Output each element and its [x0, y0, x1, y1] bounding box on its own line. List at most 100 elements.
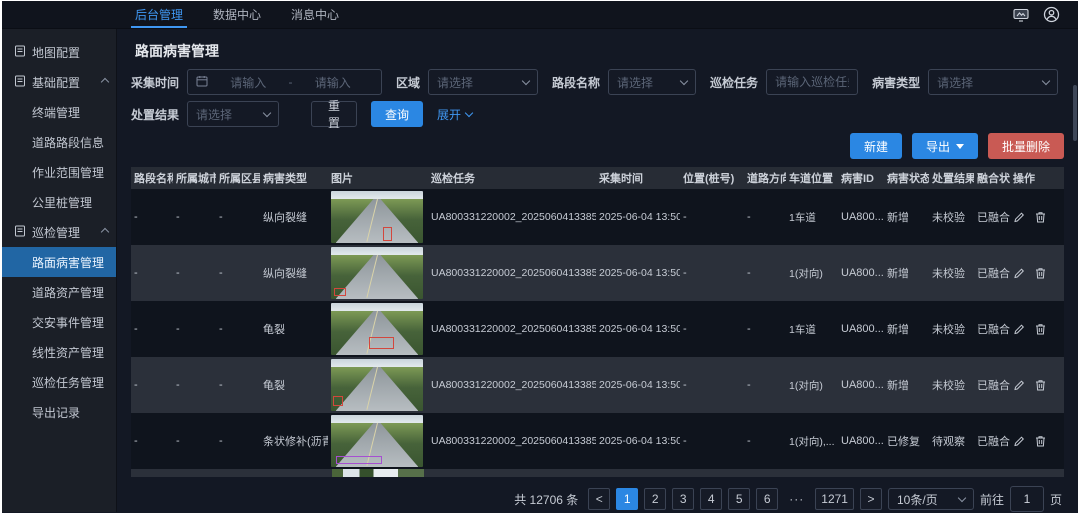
edit-icon[interactable]	[1013, 323, 1025, 335]
user-avatar-icon[interactable]	[1043, 6, 1060, 23]
table-header: 路段名称 所属城市 所属区县 病害类型 图片 巡检任务 采集时间 位置(桩号) …	[131, 167, 1064, 189]
page-button-5[interactable]: 5	[728, 488, 750, 510]
batch-delete-button[interactable]: 批量删除	[988, 133, 1064, 159]
topbar: 后台管理 数据中心 消息中心	[2, 1, 1078, 29]
chevron-down-icon	[680, 76, 688, 84]
page-button-6[interactable]: 6	[756, 488, 778, 510]
goto-suffix: 页	[1050, 491, 1062, 508]
edit-icon[interactable]	[1013, 267, 1025, 279]
header-cell: 病害状态	[884, 170, 929, 186]
sidebar-item-work-scope-mgmt[interactable]: 作业范围管理	[2, 157, 116, 187]
search-button[interactable]: 查询	[371, 101, 423, 127]
header-cell: 病害类型	[260, 170, 328, 186]
table-row: - - - 龟裂 UA800331220002_2025060413385205…	[131, 301, 1064, 357]
doc-icon	[14, 225, 26, 240]
chevron-down-icon	[1042, 76, 1050, 84]
edit-icon[interactable]	[1013, 211, 1025, 223]
delete-icon[interactable]	[1035, 267, 1046, 279]
page-size-select[interactable]: 10条/页	[888, 488, 974, 510]
topbar-tabs: 后台管理 数据中心 消息中心	[135, 1, 339, 28]
filter-row-1: 采集时间 请输入 - 请输入 区域 请选择	[131, 69, 1064, 95]
page-button-1271[interactable]: 1271	[815, 488, 854, 510]
road-photo[interactable]	[331, 247, 423, 299]
edit-icon[interactable]	[1013, 435, 1025, 447]
detection-box	[369, 337, 394, 348]
prev-page-button[interactable]: <	[588, 488, 610, 510]
road-photo[interactable]	[331, 359, 423, 411]
pagination: 共 12706 条 < 1 2 3 4 5 6 ··· 1271 > 10条/页…	[131, 477, 1064, 512]
sidebar-item-road-section-info[interactable]: 道路路段信息	[2, 127, 116, 157]
header-cell: 所属区县	[216, 170, 260, 186]
chevron-up-icon	[101, 228, 109, 236]
goto-page-input[interactable]	[1010, 486, 1044, 512]
horizontal-scrollbar[interactable]	[131, 469, 1064, 477]
header-cell: 融合状	[974, 170, 1010, 186]
delete-icon[interactable]	[1035, 211, 1046, 223]
edit-icon[interactable]	[1013, 379, 1025, 391]
road-photo[interactable]	[331, 303, 423, 355]
filter-region: 区域 请选择	[396, 69, 538, 95]
table-row: - - - 龟裂 UA800331220002_2025060413385205…	[131, 357, 1064, 413]
page-button-4[interactable]: 4	[700, 488, 722, 510]
sidebar-item-map-config[interactable]: 地图配置	[2, 37, 116, 67]
reset-button[interactable]: 重置	[311, 101, 357, 127]
road-photo[interactable]	[331, 191, 423, 243]
road-photo[interactable]	[331, 415, 423, 467]
app-window: 后台管理 数据中心 消息中心 地图配置 基础配置 终端管理	[2, 1, 1078, 513]
sidebar-item-road-asset-mgmt[interactable]: 道路资产管理	[2, 277, 116, 307]
doc-icon	[14, 45, 26, 60]
header-cell: 操作	[1010, 170, 1062, 186]
page-title: 路面病害管理	[131, 29, 1064, 69]
delete-icon[interactable]	[1035, 435, 1046, 447]
handle-result-select[interactable]: 请选择	[187, 101, 279, 127]
goto-label: 前往	[980, 491, 1004, 508]
header-cell: 处置结果	[929, 170, 974, 186]
table-row: - - - 纵向裂缝 UA800331220002_20250604133852…	[131, 245, 1064, 301]
filter-collect-time: 采集时间 请输入 - 请输入	[131, 69, 382, 95]
detection-box	[383, 227, 391, 241]
filter-inspection-task: 巡检任务	[710, 69, 858, 95]
region-select[interactable]: 请选择	[428, 69, 538, 95]
header-cell: 病害ID	[838, 170, 884, 186]
disease-type-select[interactable]: 请选择	[928, 69, 1058, 95]
sidebar-item-kilometer-post-mgmt[interactable]: 公里桩管理	[2, 187, 116, 217]
sidebar-item-inspection-mgmt[interactable]: 巡检管理	[2, 217, 116, 247]
chevron-down-icon	[263, 108, 271, 116]
delete-icon[interactable]	[1035, 323, 1046, 335]
inspection-task-input[interactable]	[766, 69, 858, 95]
sidebar-item-linear-asset-mgmt[interactable]: 线性资产管理	[2, 337, 116, 367]
sidebar-item-road-disease-mgmt[interactable]: 路面病害管理	[2, 247, 116, 277]
topbar-actions	[1013, 1, 1078, 28]
filter-road-name: 路段名称 请选择	[552, 69, 696, 95]
sidebar-item-terminal-mgmt[interactable]: 终端管理	[2, 97, 116, 127]
page-button-3[interactable]: 3	[672, 488, 694, 510]
page-button-1[interactable]: 1	[616, 488, 638, 510]
disease-table: 路段名称 所属城市 所属区县 病害类型 图片 巡检任务 采集时间 位置(桩号) …	[131, 167, 1064, 477]
pages-ellipsis[interactable]: ···	[784, 488, 809, 510]
tab-backend-management[interactable]: 后台管理	[135, 1, 183, 28]
tab-message-center[interactable]: 消息中心	[291, 1, 339, 28]
table-row: - - - 纵向裂缝 UA800331220002_20250604133852…	[131, 189, 1064, 245]
road-photo-clipped	[332, 469, 424, 477]
page-button-2[interactable]: 2	[644, 488, 666, 510]
header-cell: 位置(桩号)	[680, 170, 744, 186]
sidebar-item-basic-config[interactable]: 基础配置	[2, 67, 116, 97]
create-button[interactable]: 新建	[850, 133, 902, 159]
next-page-button[interactable]: >	[860, 488, 882, 510]
expand-link[interactable]: 展开	[437, 106, 472, 123]
header-cell: 车道位置	[786, 170, 838, 186]
road-name-select[interactable]: 请选择	[608, 69, 696, 95]
sidebar-item-export-records[interactable]: 导出记录	[2, 397, 116, 427]
sidebar-item-inspection-task-mgmt[interactable]: 巡检任务管理	[2, 367, 116, 397]
detection-box	[333, 396, 343, 405]
table-actions: 新建 导出 批量删除	[131, 133, 1064, 159]
collect-time-range-input[interactable]: 请输入 - 请输入	[187, 69, 382, 95]
export-button[interactable]: 导出	[912, 133, 978, 159]
vertical-scrollbar[interactable]	[1073, 85, 1077, 141]
delete-icon[interactable]	[1035, 379, 1046, 391]
filter-disease-type: 病害类型 请选择	[872, 69, 1058, 95]
sidebar-item-traffic-safety-event-mgmt[interactable]: 交安事件管理	[2, 307, 116, 337]
tab-data-center[interactable]: 数据中心	[213, 1, 261, 28]
monitor-icon[interactable]	[1013, 8, 1029, 22]
chevron-down-icon	[522, 76, 530, 84]
